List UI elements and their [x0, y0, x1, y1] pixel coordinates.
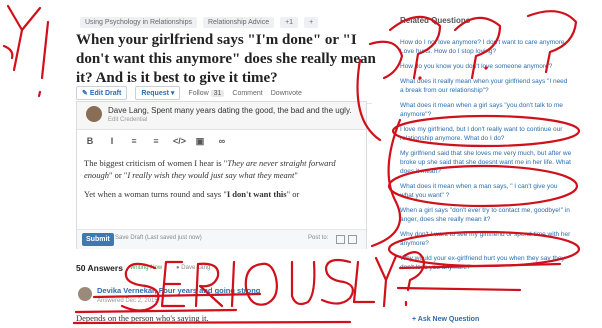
bold-text: I don't want this [226, 189, 287, 199]
follow-label: Follow [188, 89, 209, 97]
related-questions-list: How do I not love anymore? I don't want … [400, 38, 572, 278]
user-icon: ● [176, 265, 180, 271]
related-questions-heading: Related Questions [400, 16, 471, 25]
text-span: The biggest criticism of women I hear is… [84, 158, 228, 168]
bullet-list-icon[interactable]: ≡ [151, 136, 161, 147]
text-span: " or " [109, 170, 128, 180]
draft-paragraph: The biggest criticism of women I hear is… [84, 157, 359, 181]
answer-date[interactable]: Answered Dec 2, 2015 [97, 298, 158, 304]
underline-stroke [74, 308, 238, 314]
edit-draft-button[interactable]: ✎ Edit Draft [76, 86, 128, 100]
submit-button[interactable]: Submit [82, 233, 114, 246]
ask-new-question-link[interactable]: + Ask New Question [412, 316, 479, 323]
letter-y [374, 254, 398, 308]
letter-o [244, 262, 278, 306]
related-question-link[interactable]: When a girl says "don't ever try to cont… [400, 206, 572, 224]
post-to-checkbox[interactable] [336, 235, 345, 244]
related-question-link[interactable]: What does it really mean when your girlf… [400, 77, 572, 95]
writing-now-label: Writing Now [130, 265, 163, 271]
related-question-link[interactable]: My girlfriend said that she loves me ver… [400, 149, 572, 176]
answer-text: Depends on the person who's saying it. [76, 313, 209, 323]
save-draft-status[interactable]: Save Draft (Last saved just now) [115, 235, 202, 241]
big-stroke [370, 118, 402, 248]
underline-stroke [396, 286, 522, 292]
follow-button[interactable]: Follow 31 [188, 89, 225, 97]
request-label: Request [141, 90, 169, 97]
text-span: Yet when a woman turns round and says " [84, 189, 227, 199]
writing-now-user-name: Dave Lang [181, 265, 211, 271]
bold-icon[interactable]: B [85, 136, 95, 147]
answer-editor: Dave Lang, Spent many years dating the g… [76, 101, 367, 249]
topic-tag-more[interactable]: +1 [280, 17, 299, 28]
related-question-link[interactable]: Why would your ex-girlfriend hurt you wh… [400, 254, 572, 272]
letter-i [230, 260, 236, 308]
request-button[interactable]: Request ▾ [135, 86, 181, 100]
answer-author[interactable]: Devika Vernekar, Four years and going st… [97, 286, 260, 295]
topic-tag[interactable]: Relationship Advice [203, 17, 275, 28]
author-credential: Dave Lang, Spent many years dating the g… [108, 106, 352, 115]
topic-tags: Using Psychology in Relationships Relati… [80, 17, 319, 28]
code-icon[interactable]: </> [173, 136, 186, 147]
letter-l [352, 260, 376, 304]
follow-count: 31 [210, 89, 225, 97]
draft-paragraph: Yet when a woman turns round and says "I… [84, 188, 359, 200]
related-question-link[interactable]: What does it mean when a girl says "you … [400, 101, 572, 119]
edit-credential-link[interactable]: Edit Credential [108, 117, 147, 123]
image-icon[interactable]: ▣ [195, 136, 205, 147]
chevron-down-icon: ▾ [170, 90, 175, 97]
downvote-button[interactable]: Downvote [271, 90, 302, 97]
topic-tag[interactable]: Using Psychology in Relationships [80, 17, 197, 28]
editor-author-bar: Dave Lang, Spent many years dating the g… [77, 102, 366, 130]
add-topic-button[interactable]: + [304, 17, 319, 28]
writing-now-user[interactable]: ● Dave Lang [176, 265, 210, 271]
pencil-icon: ✎ [82, 90, 88, 97]
draft-text-area[interactable]: The biggest criticism of women I hear is… [84, 157, 359, 207]
scrawl-stroke [2, 44, 14, 60]
editor-footer: Submit Save Draft (Last saved just now) … [77, 229, 366, 249]
letter-s [320, 258, 354, 305]
ordered-list-icon[interactable]: ≡ [129, 136, 139, 147]
text-span: " or [286, 189, 300, 199]
answers-count: 50 Answers [76, 263, 123, 273]
related-question-link[interactable]: I love my girlfriend, but I don't really… [400, 125, 572, 143]
formatting-toolbar: B I ≡ ≡ </> ▣ ∞ [85, 136, 227, 147]
scrawl-stroke [40, 20, 50, 80]
edit-draft-label: Edit Draft [89, 90, 122, 97]
scrawl-stroke [37, 90, 42, 98]
related-question-link[interactable]: How do you know you don't love someone a… [400, 62, 572, 71]
italic-icon[interactable]: I [107, 136, 117, 147]
link-icon[interactable]: ∞ [217, 136, 227, 147]
comment-button[interactable]: Comment [232, 90, 262, 97]
question-title: When your girlfriend says "I'm done" or … [76, 32, 376, 86]
post-to-label: Post to: [308, 235, 329, 241]
post-to-checkbox[interactable] [348, 235, 357, 244]
letter-u [290, 260, 316, 306]
scrawl-stroke [12, 28, 24, 72]
related-question-link[interactable]: Why don't I want to see my girlfriend or… [400, 230, 572, 248]
writing-now-badge: Writing Now [130, 265, 162, 271]
scrawl-stroke [6, 4, 42, 32]
avatar[interactable] [78, 287, 92, 301]
emphasis: I really wish they would just say what t… [127, 170, 295, 180]
text-span: " [294, 170, 298, 180]
related-question-link[interactable]: How do I not love anymore? I don't want … [400, 38, 572, 56]
avatar [86, 106, 102, 122]
related-question-link[interactable]: What does it mean when a man says, " I c… [400, 182, 572, 200]
